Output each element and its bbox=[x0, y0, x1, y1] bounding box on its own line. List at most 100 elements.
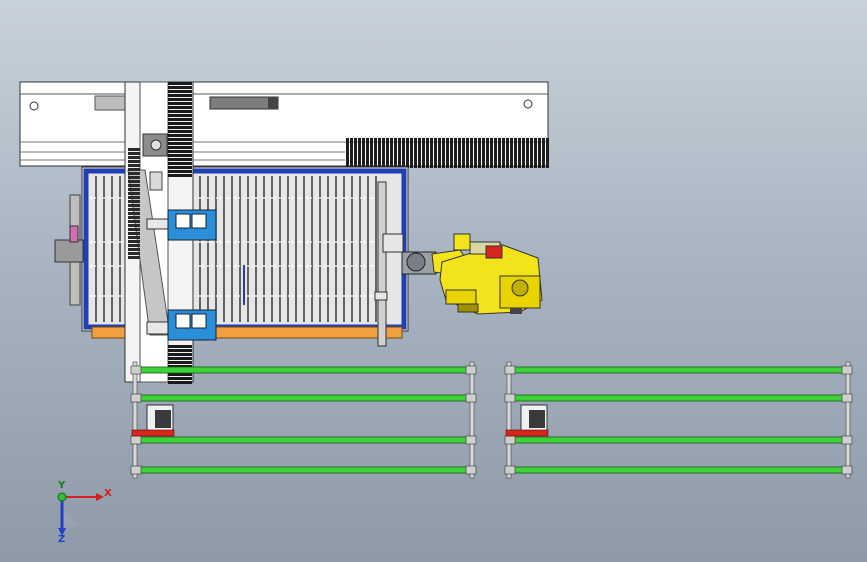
rack-tooth bbox=[168, 146, 192, 149]
conveyor-rail bbox=[136, 366, 471, 374]
chain-link bbox=[350, 138, 353, 168]
rack-tooth bbox=[128, 200, 140, 203]
rack-tooth bbox=[168, 345, 192, 348]
chain-link bbox=[486, 138, 489, 168]
cable-chain bbox=[346, 138, 549, 168]
chain-link bbox=[410, 138, 413, 168]
rack-tooth bbox=[168, 349, 192, 352]
chain-link bbox=[458, 138, 461, 168]
chain-link bbox=[474, 138, 477, 168]
chain-link bbox=[398, 138, 401, 168]
rail-end bbox=[465, 465, 477, 475]
rack-tooth bbox=[168, 377, 192, 380]
rack-tooth bbox=[128, 172, 140, 175]
chain-link bbox=[438, 138, 441, 168]
chain-link bbox=[498, 138, 501, 168]
conveyor-rail bbox=[510, 466, 847, 474]
chain-link bbox=[418, 138, 421, 168]
rack-tooth bbox=[168, 122, 192, 125]
rail-end bbox=[465, 435, 477, 445]
rack-tooth bbox=[168, 150, 192, 153]
conveyor-motor-core bbox=[529, 410, 545, 428]
chain-link bbox=[518, 138, 521, 168]
chain-link bbox=[390, 138, 393, 168]
rack-tooth bbox=[168, 126, 192, 129]
axis-triad bbox=[57, 492, 104, 536]
rack-tooth bbox=[168, 158, 192, 161]
conveyor-post bbox=[506, 361, 512, 479]
rail-end bbox=[465, 365, 477, 375]
chain-link bbox=[538, 138, 541, 168]
rack-tooth bbox=[168, 373, 192, 376]
rail-end bbox=[504, 365, 516, 375]
rack-tooth bbox=[168, 381, 192, 384]
rack-tooth bbox=[128, 216, 140, 219]
rack-tooth bbox=[168, 106, 192, 109]
chain-link bbox=[534, 138, 537, 168]
rack-tooth bbox=[128, 184, 140, 187]
chain-link bbox=[462, 138, 465, 168]
rail-end bbox=[841, 365, 853, 375]
chain-link bbox=[466, 138, 469, 168]
z-axis-label: Z bbox=[58, 534, 66, 545]
chain-link bbox=[402, 138, 405, 168]
chain-link bbox=[354, 138, 357, 168]
rack-tooth bbox=[168, 142, 192, 145]
chain-link bbox=[434, 138, 437, 168]
chain-link bbox=[426, 138, 429, 168]
rack-tooth bbox=[128, 188, 140, 191]
rack-tooth bbox=[128, 232, 140, 235]
rack-tooth bbox=[168, 357, 192, 360]
chain-link bbox=[530, 138, 533, 168]
rack-tooth bbox=[168, 170, 192, 173]
chain-link bbox=[414, 138, 417, 168]
conveyor-rail bbox=[136, 394, 471, 402]
rack-tooth bbox=[128, 192, 140, 195]
rack-tooth bbox=[128, 228, 140, 231]
rack-tooth bbox=[168, 174, 192, 177]
y-axis-label: Y bbox=[58, 480, 66, 491]
chain-link bbox=[526, 138, 529, 168]
conveyor-2 bbox=[504, 361, 853, 479]
rack-tooth bbox=[128, 164, 140, 167]
conveyor-rail bbox=[510, 394, 847, 402]
chain-link bbox=[542, 138, 545, 168]
rack-tooth bbox=[168, 130, 192, 133]
chain-link bbox=[430, 138, 433, 168]
conveyor-motor-core bbox=[155, 410, 171, 428]
rack-tooth bbox=[128, 236, 140, 239]
rack-tooth bbox=[128, 244, 140, 247]
chain-link bbox=[478, 138, 481, 168]
rack-tooth bbox=[128, 256, 140, 259]
chain-link bbox=[494, 138, 497, 168]
chain-link bbox=[470, 138, 473, 168]
rack-tooth bbox=[168, 361, 192, 364]
chain-link bbox=[502, 138, 505, 168]
rack-tooth bbox=[128, 148, 140, 151]
conveyor-rail bbox=[136, 436, 471, 444]
chain-link bbox=[386, 138, 389, 168]
rail-end bbox=[130, 435, 142, 445]
chain-link bbox=[358, 138, 361, 168]
rack-tooth bbox=[168, 98, 192, 101]
rack-tooth bbox=[128, 248, 140, 251]
rack-tooth bbox=[168, 118, 192, 121]
rack-tooth bbox=[128, 160, 140, 163]
rail-end bbox=[465, 393, 477, 403]
conveyor-post bbox=[469, 361, 475, 479]
rack-tooth bbox=[168, 90, 192, 93]
side-fixture-left bbox=[54, 194, 84, 306]
chain-link bbox=[442, 138, 445, 168]
rack-tooth bbox=[128, 180, 140, 183]
chain-link bbox=[482, 138, 485, 168]
rail-end bbox=[130, 365, 142, 375]
chain-link bbox=[514, 138, 517, 168]
rack-tooth bbox=[168, 86, 192, 89]
rack-tooth bbox=[168, 166, 192, 169]
chain-link bbox=[374, 138, 377, 168]
rail-end bbox=[504, 435, 516, 445]
rack-tooth bbox=[128, 152, 140, 155]
conveyor-rail bbox=[510, 436, 847, 444]
chain-link bbox=[522, 138, 525, 168]
rack-tooth bbox=[128, 240, 140, 243]
